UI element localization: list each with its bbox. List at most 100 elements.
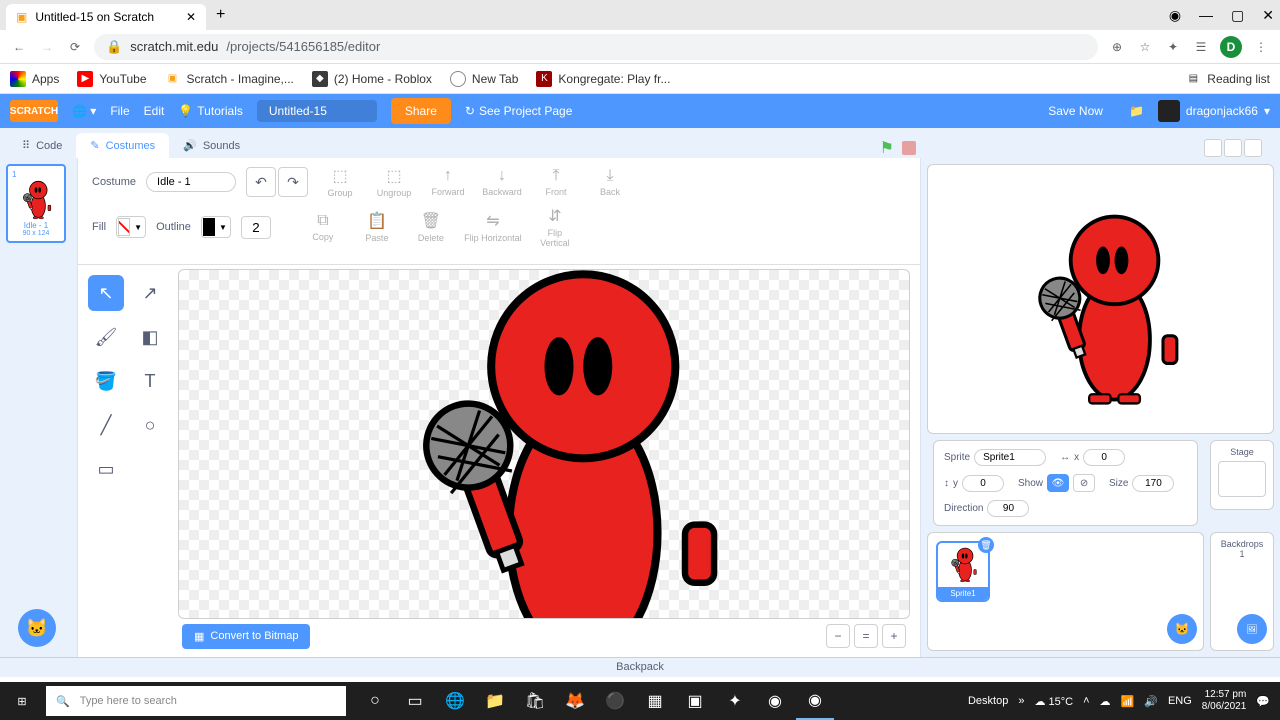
app-icon-2[interactable]: ▣ [676, 682, 714, 720]
reload-icon[interactable]: ⟳ [66, 40, 84, 54]
edit-menu[interactable]: Edit [144, 104, 165, 118]
stage-view[interactable] [927, 164, 1274, 434]
eraser-tool-icon[interactable]: ◧ [132, 319, 168, 355]
see-project-page[interactable]: ↻ See Project Page [465, 104, 572, 118]
add-sprite-button[interactable]: 🐱 [1167, 614, 1197, 644]
minimize-icon[interactable]: — [1199, 7, 1213, 24]
outline-swatch[interactable]: ▼ [201, 216, 231, 238]
sprite-thumb[interactable]: 🗑 Sprite1 [936, 541, 990, 602]
tab-code[interactable]: ⠿ Code [8, 133, 76, 158]
hide-sprite-icon[interactable]: ⊘ [1073, 474, 1095, 492]
zoom-reset-icon[interactable]: = [854, 624, 878, 648]
menu-icon[interactable]: ⋮ [1252, 40, 1270, 54]
app-icon-1[interactable]: ▦ [636, 682, 674, 720]
scratch-logo[interactable]: SCRATCH [10, 100, 58, 122]
stage-backdrop-thumb[interactable] [1218, 461, 1266, 497]
select-tool-icon[interactable]: ↖ [88, 275, 124, 311]
back-button[interactable]: ⤓Back [588, 167, 632, 197]
star-icon[interactable]: ☆ [1136, 40, 1154, 54]
maximize-icon[interactable]: ▢ [1231, 7, 1244, 24]
profile-avatar[interactable]: D [1220, 36, 1242, 58]
circle-tool-icon[interactable]: ○ [132, 407, 168, 443]
stage-large-icon[interactable] [1224, 139, 1242, 157]
wifi-icon[interactable]: 📶 [1121, 695, 1135, 708]
my-stuff-icon[interactable]: 📁 [1129, 104, 1144, 118]
project-name-input[interactable]: Untitled-15 [257, 100, 377, 122]
onedrive-icon[interactable]: ☁ [1100, 695, 1111, 708]
bookmark-youtube[interactable]: ▶YouTube [77, 71, 146, 87]
account-icon[interactable]: ◉ [1169, 7, 1181, 24]
brush-tool-icon[interactable]: 🖌 [88, 319, 124, 355]
volume-icon[interactable]: 🔊 [1144, 695, 1158, 708]
reading-list-icon[interactable]: ☰ [1192, 40, 1210, 54]
redo-icon[interactable]: ↷ [278, 167, 308, 197]
paste-button[interactable]: 📋Paste [355, 211, 399, 243]
taskbar-search[interactable]: 🔍 Type here to search [46, 686, 346, 716]
tutorials-button[interactable]: 💡 Tutorials [178, 104, 243, 118]
reading-list-button[interactable]: ▤Reading list [1185, 71, 1270, 87]
zoom-out-icon[interactable]: − [826, 624, 850, 648]
delete-button[interactable]: 🗑Delete [409, 211, 453, 243]
stage-thumb-panel[interactable]: Stage [1210, 440, 1274, 510]
task-view-icon[interactable]: ▭ [396, 682, 434, 720]
fill-swatch[interactable]: ▼ [116, 216, 146, 238]
save-now-button[interactable]: Save Now [1048, 104, 1103, 118]
add-backdrop-button[interactable]: 🖼 [1237, 614, 1267, 644]
file-menu[interactable]: File [110, 104, 129, 118]
firefox-icon[interactable]: 🦊 [556, 682, 594, 720]
bookmark-kongregate[interactable]: KKongregate: Play fr... [536, 71, 670, 87]
paint-canvas[interactable] [178, 269, 910, 619]
url-bar[interactable]: 🔒 scratch.mit.edu/projects/541656185/edi… [94, 34, 1098, 60]
line-tool-icon[interactable]: ╱ [88, 407, 124, 443]
start-button[interactable]: ⊞ [0, 682, 44, 720]
cortana-icon[interactable]: ○ [356, 682, 394, 720]
sprite-direction-input[interactable] [987, 500, 1029, 517]
store-icon[interactable]: 🛍 [516, 682, 554, 720]
close-window-icon[interactable]: ✕ [1262, 7, 1274, 24]
backward-button[interactable]: ↓Backward [480, 167, 524, 197]
sprite-name-input[interactable] [974, 449, 1046, 466]
app-icon-3[interactable]: ✦ [716, 682, 754, 720]
zoom-icon[interactable]: ⊕ [1108, 40, 1126, 54]
desktop-toolbar[interactable]: Desktop [968, 695, 1008, 707]
text-tool-icon[interactable]: T [132, 363, 168, 399]
undo-icon[interactable]: ↶ [246, 167, 276, 197]
bookmark-roblox[interactable]: ◆(2) Home - Roblox [312, 71, 432, 87]
reshape-tool-icon[interactable]: ↗ [132, 275, 168, 311]
front-button[interactable]: ⤒Front [534, 167, 578, 197]
apps-shortcut[interactable]: Apps [10, 71, 59, 87]
group-button[interactable]: ⬚Group [318, 166, 362, 198]
fill-tool-icon[interactable]: 🪣 [88, 363, 124, 399]
sprite-x-input[interactable] [1083, 449, 1125, 466]
sprite-size-input[interactable] [1132, 475, 1174, 492]
tab-sounds[interactable]: 🔊 Sounds [169, 133, 254, 158]
user-menu[interactable]: dragonjack66 ▾ [1158, 100, 1270, 122]
forward-icon[interactable]: → [38, 40, 56, 54]
clock[interactable]: 12:57 pm 8/06/2021 [1202, 689, 1247, 713]
obs-icon[interactable]: ⚫ [596, 682, 634, 720]
bookmark-newtab[interactable]: New Tab [450, 71, 518, 87]
share-button[interactable]: Share [391, 98, 451, 124]
browser-tab[interactable]: ▣ Untitled-15 on Scratch ✕ [6, 4, 206, 30]
close-tab-icon[interactable]: ✕ [186, 10, 196, 24]
flip-horizontal-button[interactable]: ⇋Flip Horizontal [463, 211, 523, 243]
chrome-icon[interactable]: ◉ [796, 682, 834, 720]
explorer-icon[interactable]: 📁 [476, 682, 514, 720]
ungroup-button[interactable]: ⬚Ungroup [372, 166, 416, 198]
extensions-icon[interactable]: ✦ [1164, 40, 1182, 54]
language-icon[interactable]: 🌐 ▾ [72, 104, 96, 118]
fullscreen-icon[interactable] [1244, 139, 1262, 157]
flip-vertical-button[interactable]: ⇵Flip Vertical [533, 206, 577, 248]
delete-sprite-icon[interactable]: 🗑 [978, 537, 994, 553]
costume-thumb[interactable]: 1 Idle - 1 90 x 124 [6, 164, 66, 243]
zoom-in-icon[interactable]: + [882, 624, 906, 648]
new-tab-button[interactable]: + [216, 6, 225, 24]
chevron-icon[interactable]: » [1018, 695, 1024, 707]
stage-small-icon[interactable] [1204, 139, 1222, 157]
back-icon[interactable]: ← [10, 40, 28, 54]
tray-up-icon[interactable]: ˄ [1083, 695, 1089, 707]
tab-costumes[interactable]: ✎ Costumes [76, 133, 169, 158]
notifications-icon[interactable]: 💬 [1256, 695, 1270, 708]
language-indicator[interactable]: ENG [1168, 695, 1192, 707]
steam-icon[interactable]: ◉ [756, 682, 794, 720]
